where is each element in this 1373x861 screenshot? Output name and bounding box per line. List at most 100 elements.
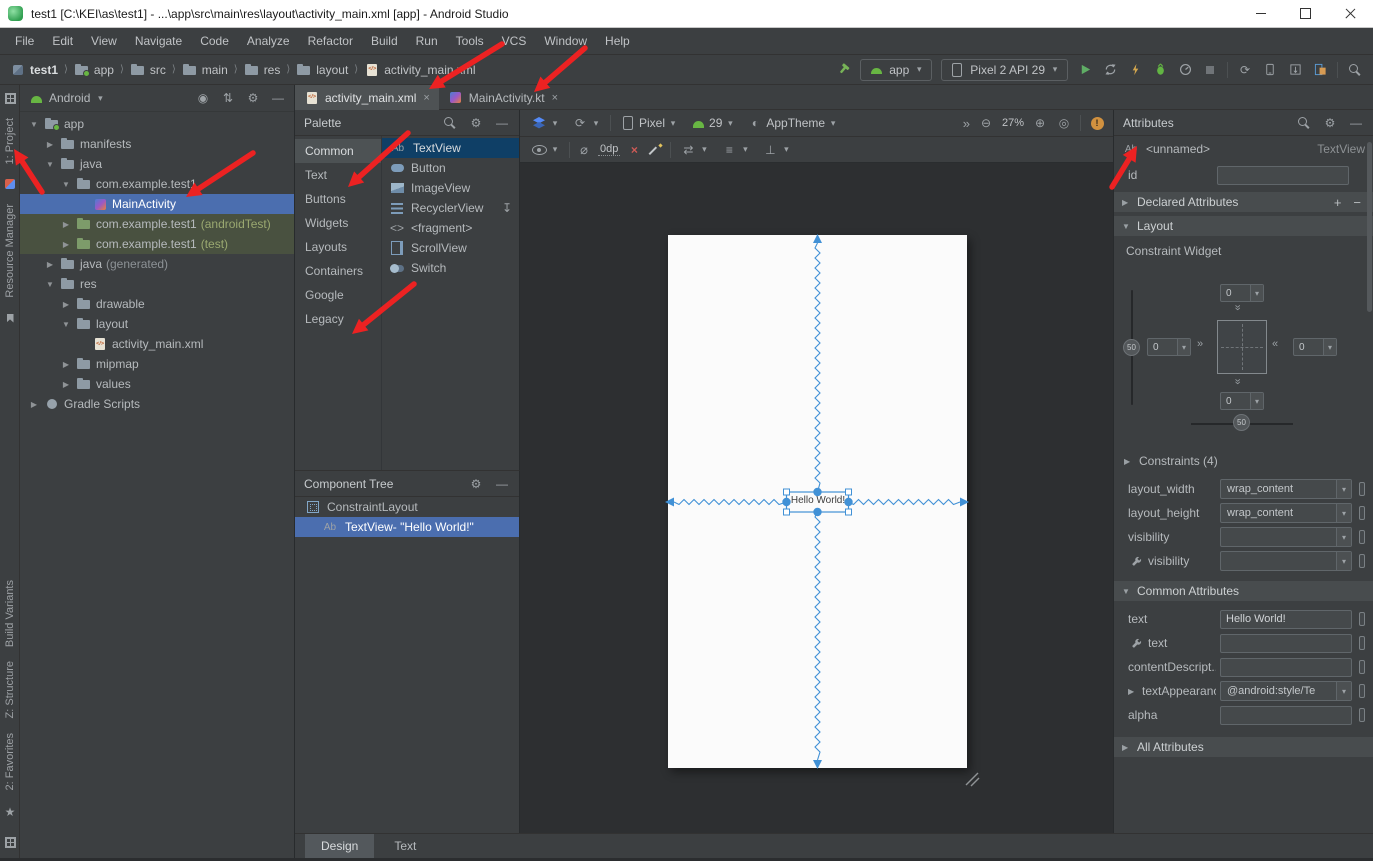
breadcrumb-item-app[interactable]: app: [72, 62, 116, 78]
attr-textappearance-dropdown[interactable]: @android:style/Te▾: [1220, 681, 1352, 701]
mode-tab-text[interactable]: Text: [378, 834, 432, 859]
horizontal-bias-slider[interactable]: 50: [1233, 414, 1250, 431]
breadcrumb-item-layout[interactable]: layout: [294, 62, 350, 78]
device-selector[interactable]: Pixel▾: [617, 115, 681, 131]
menu-navigate[interactable]: Navigate: [126, 34, 191, 48]
minimize-button[interactable]: [1238, 0, 1283, 27]
tree-item-layout[interactable]: ▼layout: [20, 314, 294, 334]
expand-arrow-icon[interactable]: ▼: [28, 120, 40, 129]
view-options[interactable]: ▾: [528, 142, 563, 158]
attr-text-input[interactable]: [1220, 610, 1352, 629]
section-all-attributes[interactable]: All Attributes: [1114, 737, 1373, 757]
attr-text-tools-input[interactable]: [1220, 634, 1352, 653]
section-layout[interactable]: Layout: [1114, 216, 1373, 236]
sdk-manager-icon[interactable]: [1287, 62, 1303, 78]
run-config-select[interactable]: app▾: [860, 59, 932, 81]
menu-view[interactable]: View: [82, 34, 126, 48]
rotate-surface-selector[interactable]: ⟳▾: [569, 115, 604, 131]
stop-icon[interactable]: [1202, 62, 1218, 78]
tree-item-activity-main-xml[interactable]: </>activity_main.xml: [20, 334, 294, 354]
menu-tools[interactable]: Tools: [447, 34, 493, 48]
breadcrumb-item-src[interactable]: src: [128, 62, 168, 78]
resource-picker-flag[interactable]: [1359, 636, 1365, 650]
theme-selector[interactable]: ◐AppTheme▾: [744, 115, 841, 131]
build-hammer-icon[interactable]: [835, 62, 851, 78]
tree-item-java[interactable]: ▼java: [20, 154, 294, 174]
component-tree-item-constraintlayout[interactable]: ConstraintLayout: [295, 497, 519, 517]
hide-panel-icon[interactable]: —: [1348, 115, 1364, 131]
expand-arrow-icon[interactable]: ▶: [60, 360, 72, 369]
gear-icon[interactable]: ⚙: [468, 115, 484, 131]
pack-selector[interactable]: ⇄▾: [677, 142, 712, 158]
margin-bottom-dropdown[interactable]: 0▾: [1220, 392, 1264, 410]
tree-item-gradle-scripts[interactable]: ▶Gradle Scripts: [20, 394, 294, 414]
project-view-selector[interactable]: Android: [49, 91, 90, 105]
menu-code[interactable]: Code: [191, 34, 238, 48]
star-icon[interactable]: ★: [2, 804, 18, 820]
design-canvas[interactable]: Hello World!: [520, 163, 1113, 833]
margin-top-dropdown[interactable]: 0▾: [1220, 284, 1264, 302]
palette-item-imageview[interactable]: ImageView: [382, 178, 519, 198]
tree-item-java-generated[interactable]: ▶java (generated): [20, 254, 294, 274]
maximize-button[interactable]: [1283, 0, 1328, 27]
gear-icon[interactable]: ⚙: [1322, 115, 1338, 131]
palette-category-legacy[interactable]: Legacy: [295, 307, 381, 331]
resource-picker-flag[interactable]: [1359, 684, 1365, 698]
hide-panel-icon[interactable]: —: [270, 90, 286, 106]
palette-category-layouts[interactable]: Layouts: [295, 235, 381, 259]
attr-visibility-dropdown[interactable]: ▾: [1220, 527, 1352, 547]
profiler-icon[interactable]: [1177, 62, 1193, 78]
resource-picker-flag[interactable]: [1359, 708, 1365, 722]
zoom-in-icon[interactable]: ⊕: [1032, 115, 1048, 131]
tool-stripe-project[interactable]: 1: Project: [4, 118, 16, 164]
scrollbar-thumb[interactable]: [1367, 142, 1372, 312]
expand-arrow-icon[interactable]: ▼: [60, 320, 72, 329]
menu-analyze[interactable]: Analyze: [238, 34, 299, 48]
menu-help[interactable]: Help: [596, 34, 639, 48]
warning-icon[interactable]: [1089, 115, 1105, 131]
expand-arrow-icon[interactable]: ▶: [60, 300, 72, 309]
expand-arrow-icon[interactable]: ▶: [60, 240, 72, 249]
resource-picker-flag[interactable]: [1359, 554, 1365, 568]
right-constraint-spring-icon[interactable]: «: [1272, 338, 1277, 350]
tree-item-com-example-test1-test[interactable]: ▶com.example.test1 (test): [20, 234, 294, 254]
palette-category-containers[interactable]: Containers: [295, 259, 381, 283]
zoom-out-icon[interactable]: ⊖: [978, 115, 994, 131]
mode-tab-design[interactable]: Design: [305, 834, 374, 859]
tool-stripe-structure[interactable]: Z: Structure: [4, 661, 16, 718]
add-attribute-button[interactable]: +: [1334, 195, 1342, 210]
palette-category-google[interactable]: Google: [295, 283, 381, 307]
resource-picker-flag[interactable]: [1359, 482, 1365, 496]
canvas-text-hello[interactable]: Hello World!: [787, 495, 849, 506]
expand-arrow-icon[interactable]: ▶: [44, 260, 56, 269]
resource-picker-flag[interactable]: [1359, 612, 1365, 626]
gear-icon[interactable]: ⚙: [468, 476, 484, 492]
gear-icon[interactable]: ⚙: [245, 90, 261, 106]
id-input[interactable]: [1217, 166, 1349, 185]
download-icon[interactable]: ↧: [502, 201, 512, 215]
tool-stripe-build-variants[interactable]: Build Variants: [4, 580, 16, 647]
layout-inspector-icon[interactable]: [1312, 62, 1328, 78]
guidelines-selector[interactable]: ⊥▾: [759, 142, 794, 158]
component-tree-item-textview-hello-world[interactable]: AbTextView- "Hello World!": [295, 517, 519, 537]
palette-item-recyclerview[interactable]: RecyclerView↧: [382, 198, 519, 218]
bookmark-icon[interactable]: [2, 310, 18, 326]
collapse-all-icon[interactable]: ⇅: [220, 90, 236, 106]
tree-item-manifests[interactable]: ▶manifests: [20, 134, 294, 154]
menu-edit[interactable]: Edit: [43, 34, 82, 48]
avd-manager-icon[interactable]: [1262, 62, 1278, 78]
expand-arrow-icon[interactable]: ▼: [44, 160, 56, 169]
attr-layout-height-dropdown[interactable]: wrap_content▾: [1220, 503, 1352, 523]
run-play-icon[interactable]: [1077, 62, 1093, 78]
menu-build[interactable]: Build: [362, 34, 407, 48]
search-icon[interactable]: [1296, 115, 1312, 131]
tool-stripe-resource-manager[interactable]: Resource Manager: [4, 204, 16, 298]
tree-item-drawable[interactable]: ▶drawable: [20, 294, 294, 314]
palette-category-text[interactable]: Text: [295, 163, 381, 187]
close-button[interactable]: [1328, 0, 1373, 27]
tree-item-mainactivity[interactable]: MainActivity: [20, 194, 294, 214]
apply-code-changes-icon[interactable]: [1127, 62, 1143, 78]
editor-tab-mainactivity-kt[interactable]: MainActivity.kt×: [439, 85, 567, 110]
resource-picker-flag[interactable]: [1359, 660, 1365, 674]
clear-constraints-icon[interactable]: ×: [626, 142, 642, 158]
